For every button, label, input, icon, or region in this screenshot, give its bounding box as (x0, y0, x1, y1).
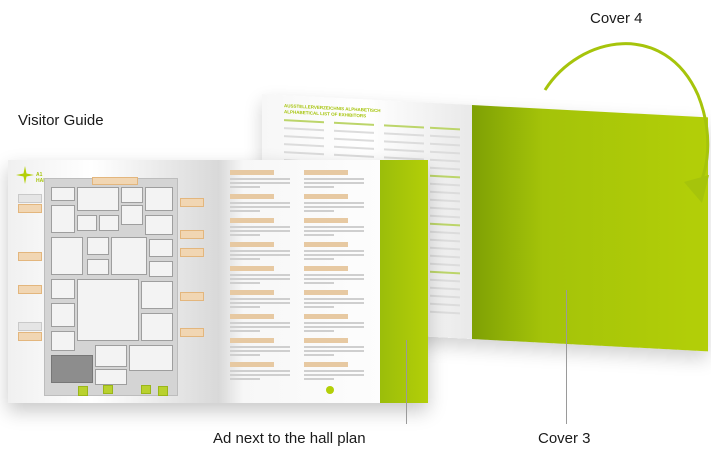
ad-next-to-hall-plan-label: Ad next to the hall plan (213, 430, 366, 447)
visitor-guide-label: Visitor Guide (18, 112, 104, 129)
cover-3-label: Cover 3 (538, 430, 591, 447)
cover-4-label: Cover 4 (590, 10, 643, 27)
flip-arrow-icon (543, 42, 710, 203)
